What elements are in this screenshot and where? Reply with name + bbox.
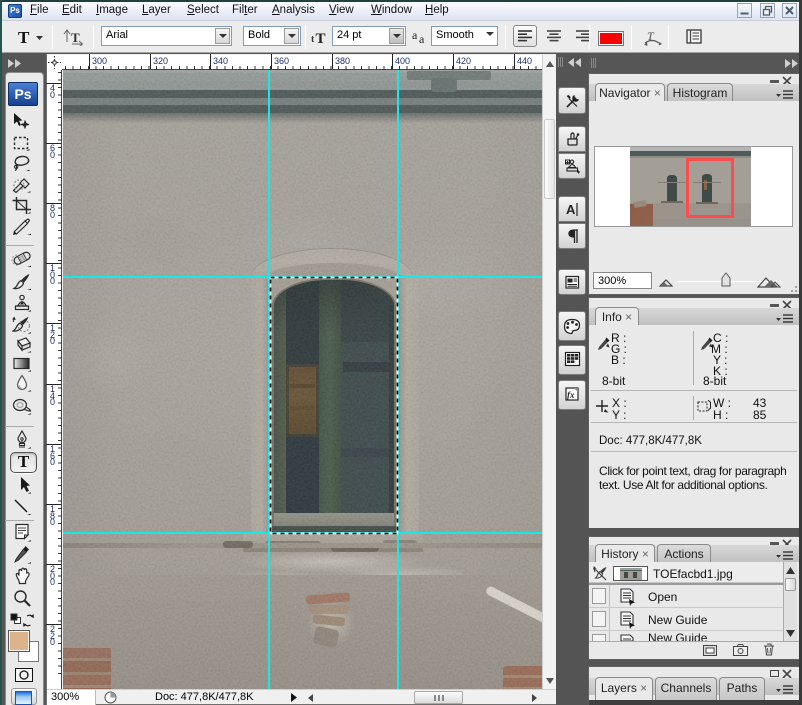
svg-text:T: T <box>18 28 30 47</box>
svg-text:T: T <box>71 30 80 45</box>
svg-text:A: A <box>566 202 576 217</box>
svg-text:T: T <box>316 31 326 45</box>
svg-text:a: a <box>412 29 418 42</box>
svg-text:a: a <box>419 32 425 45</box>
svg-text:t: t <box>311 34 315 45</box>
svg-text:fx: fx <box>567 390 575 400</box>
